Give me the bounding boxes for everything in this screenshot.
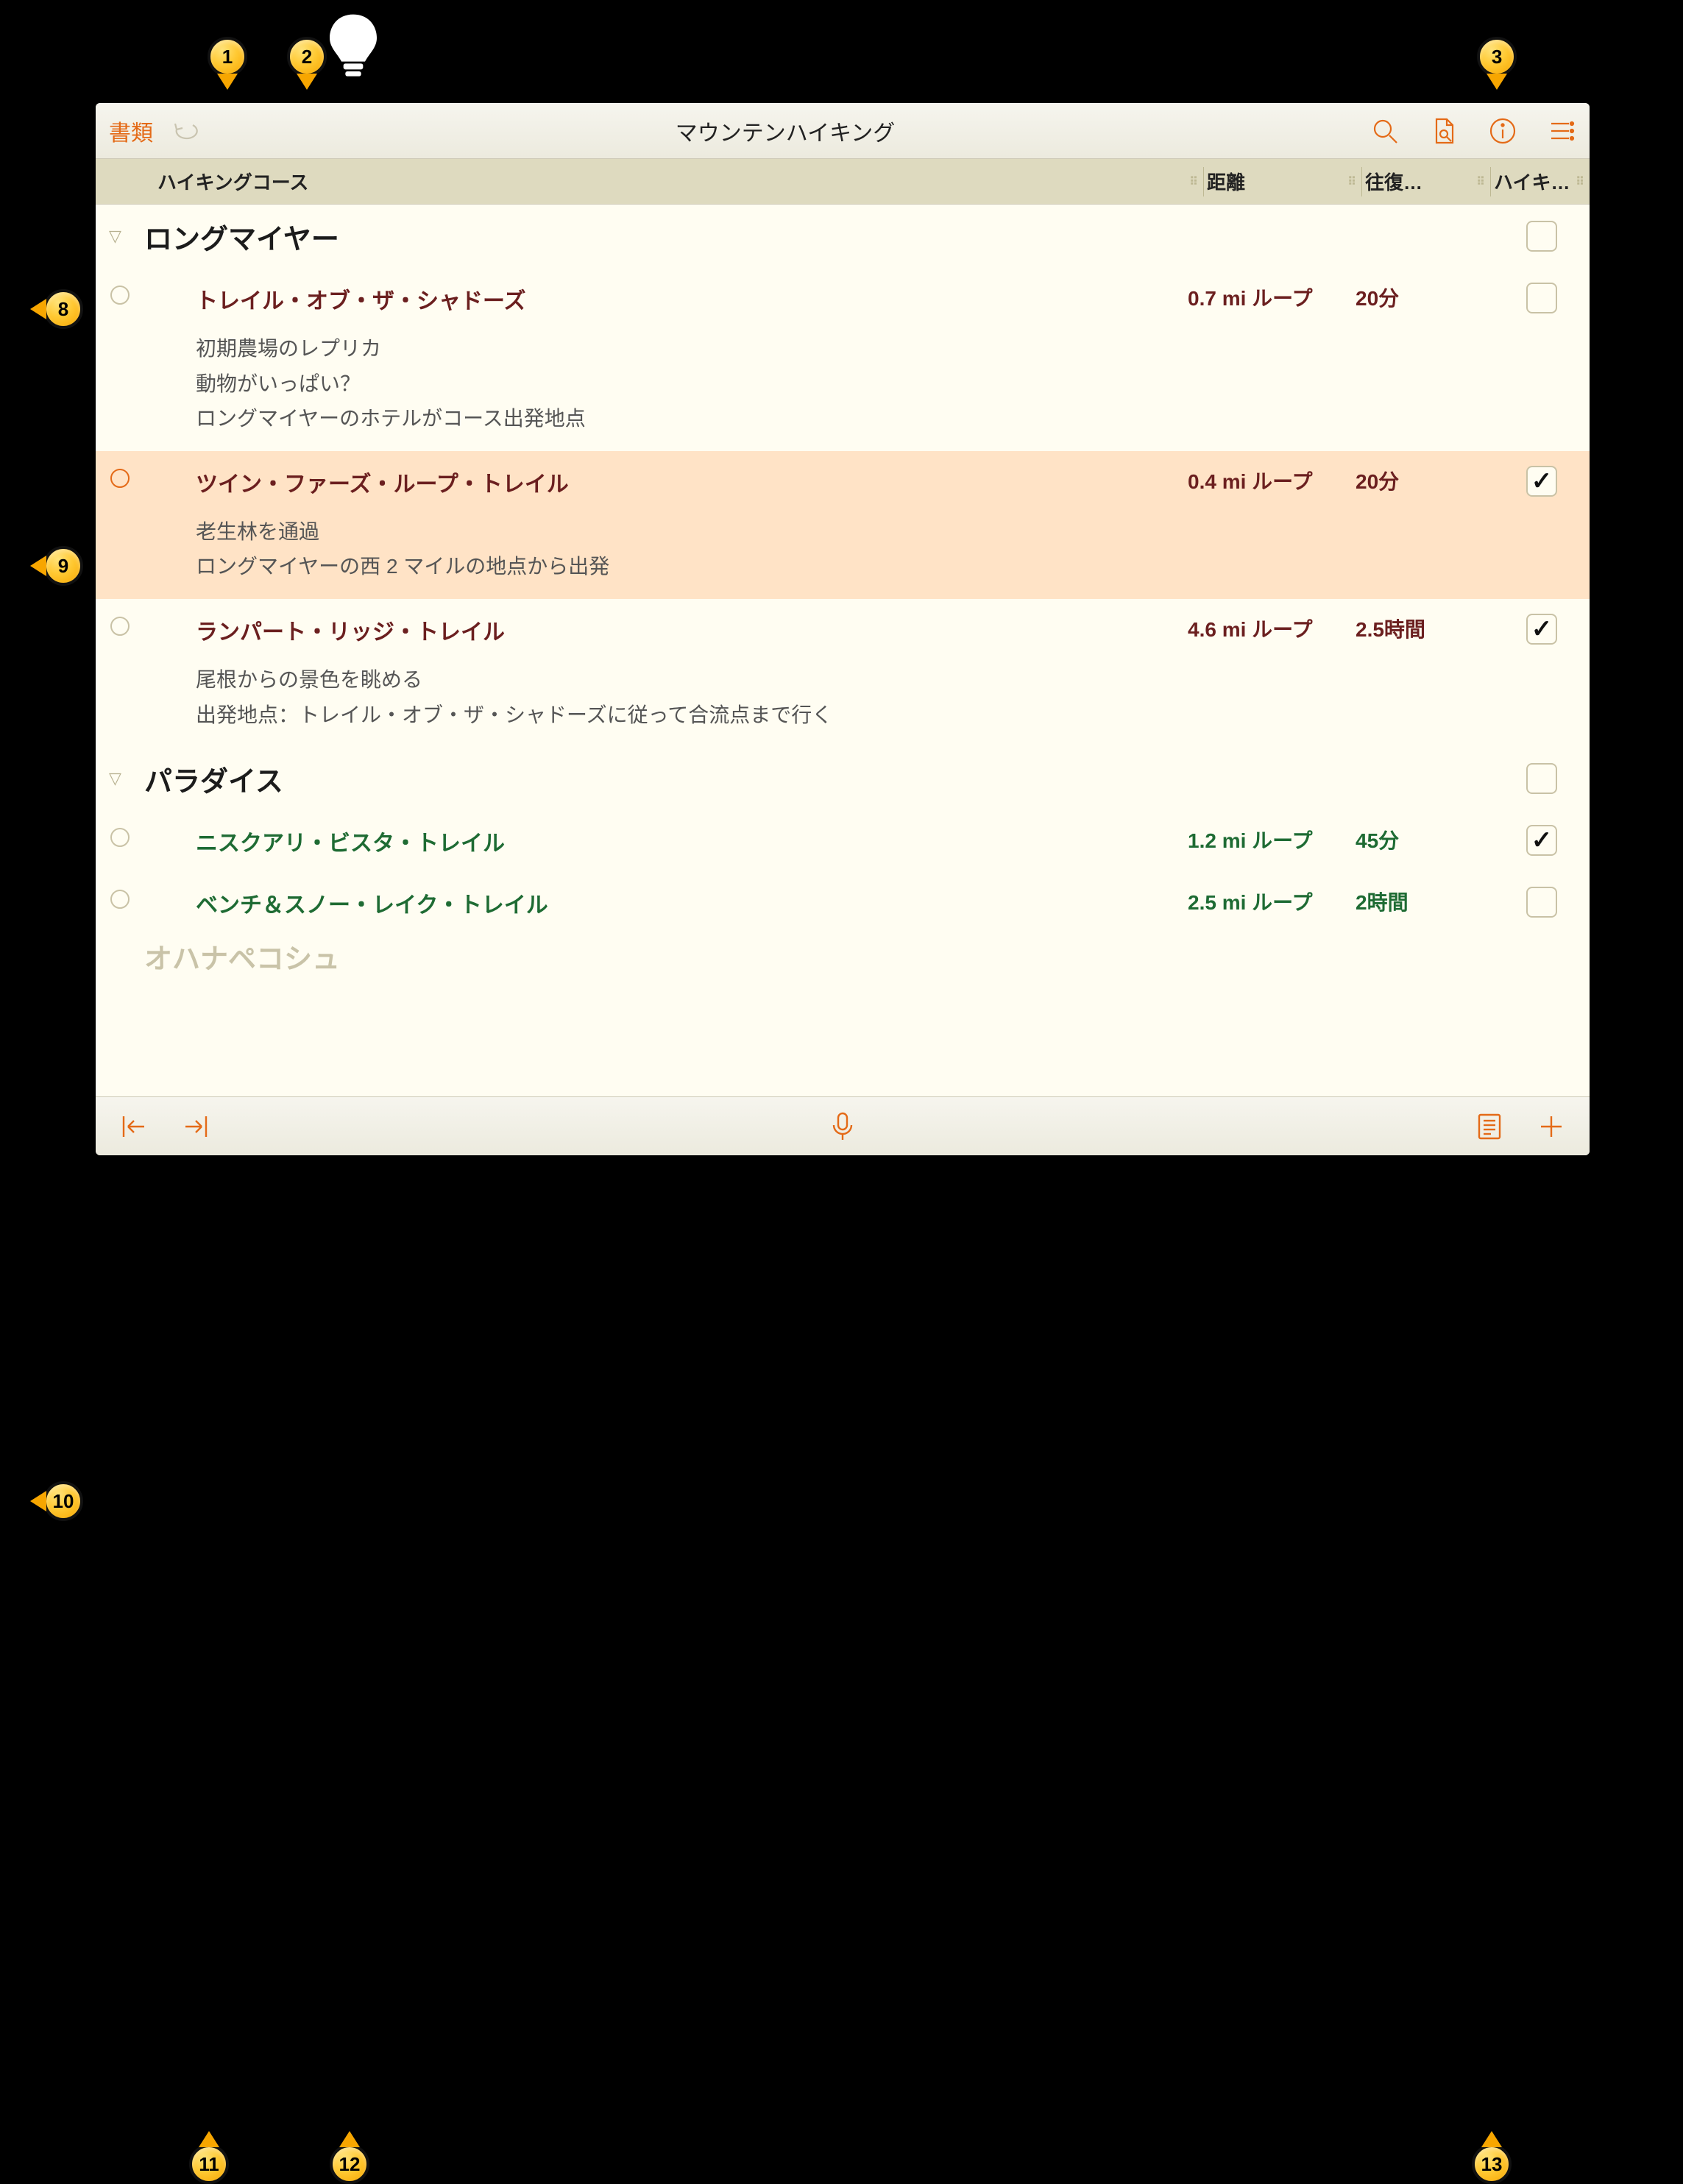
group-row[interactable]: ▽ パラダイス xyxy=(96,747,1590,810)
column-name-header[interactable]: ハイキングコース xyxy=(132,168,308,195)
item-row[interactable]: トレイル・オブ・ザ・シャドーズ 初期農場のレプリカ動物がいっぱい？ロングマイヤー… xyxy=(96,268,1590,451)
callout-pin: 1 xyxy=(207,37,248,93)
item-notes: 初期農場のレプリカ動物がいっぱい？ロングマイヤーのホテルがコース出発地点 xyxy=(196,331,1174,436)
item-row[interactable]: ベンチ＆スノー・レイク・トレイル 2.5 mi ループ 2時間 xyxy=(96,872,1590,934)
group-row[interactable]: ▽ ロングマイヤー xyxy=(96,205,1590,268)
item-checkbox[interactable] xyxy=(1526,283,1557,313)
callout-pin: 10 xyxy=(27,1481,83,1522)
lightbulb-icon xyxy=(324,7,383,88)
item-distance: 0.4 mi ループ xyxy=(1188,466,1342,495)
item-time: 45分 xyxy=(1356,825,1481,854)
status-circle[interactable] xyxy=(109,614,131,636)
bottom-toolbar xyxy=(96,1096,1590,1155)
group-title: ロングマイヤー xyxy=(144,216,1174,257)
disclosure-triangle-icon[interactable]: ▽ xyxy=(109,769,131,788)
item-title: ベンチ＆スノー・レイク・トレイル xyxy=(196,887,1174,919)
disclosure-triangle-icon[interactable]: ▽ xyxy=(109,227,131,246)
item-checkbox[interactable] xyxy=(1526,466,1557,497)
item-title: トレイル・オブ・ザ・シャドーズ xyxy=(196,283,1174,315)
group-row: オハナペコシュ xyxy=(96,934,1590,978)
item-title: ツイン・ファーズ・ループ・トレイル xyxy=(196,466,1174,498)
callout-number: 3 xyxy=(1477,37,1517,77)
dictation-icon[interactable] xyxy=(826,1110,859,1143)
add-row-button[interactable] xyxy=(1535,1110,1567,1143)
item-title: ニスクアリ・ビスタ・トレイル xyxy=(196,825,1174,857)
callout-pin: 3 xyxy=(1476,37,1517,93)
status-circle[interactable] xyxy=(109,283,131,305)
callout-number: 11 xyxy=(189,2144,229,2184)
item-distance: 4.6 mi ループ xyxy=(1188,614,1342,643)
item-title: ランパート・リッジ・トレイル xyxy=(196,614,1174,646)
callout-number: 13 xyxy=(1472,2144,1512,2184)
column-time-header[interactable]: 往復… xyxy=(1365,168,1422,195)
column-header: ハイキングコース ⠿ 距離⠿ 往復…⠿ ハイキ…⠿ xyxy=(96,159,1590,205)
documents-button[interactable]: 書類 xyxy=(109,115,153,147)
callout-pin: 12 xyxy=(329,2128,370,2184)
document-tools-icon[interactable] xyxy=(1429,116,1459,146)
status-circle[interactable] xyxy=(109,825,131,847)
group-title: パラダイス xyxy=(144,759,1174,799)
status-circle[interactable] xyxy=(109,466,131,488)
callout-number: 9 xyxy=(43,546,83,586)
item-checkbox[interactable] xyxy=(1526,887,1557,918)
item-distance: 0.7 mi ループ xyxy=(1188,283,1342,312)
column-distance-header[interactable]: 距離 xyxy=(1207,168,1245,195)
callout-pin: 9 xyxy=(27,545,83,586)
item-time: 2.5時間 xyxy=(1356,614,1481,643)
group-checkbox[interactable] xyxy=(1526,763,1557,794)
callout-pin: 8 xyxy=(27,288,83,330)
column-hiked-header[interactable]: ハイキ… xyxy=(1494,168,1570,195)
info-icon[interactable] xyxy=(1488,116,1517,146)
outdent-button[interactable] xyxy=(118,1110,150,1143)
item-time: 20分 xyxy=(1356,283,1481,312)
callout-number: 10 xyxy=(43,1481,83,1521)
callout-pin: 11 xyxy=(188,2128,230,2184)
status-circle[interactable] xyxy=(109,887,131,909)
callout-pin: 2 xyxy=(286,37,327,93)
item-time: 20分 xyxy=(1356,466,1481,495)
item-time: 2時間 xyxy=(1356,887,1481,916)
item-distance: 1.2 mi ループ xyxy=(1188,825,1342,854)
item-checkbox[interactable] xyxy=(1526,614,1557,645)
app-window: 書類 マウンテンハイキング ハイキングコース ⠿ xyxy=(96,103,1590,1155)
undo-button[interactable] xyxy=(171,116,200,146)
callout-pin: 13 xyxy=(1471,2128,1512,2184)
item-row[interactable]: ニスクアリ・ビスタ・トレイル 1.2 mi ループ 45分 xyxy=(96,810,1590,872)
item-distance: 2.5 mi ループ xyxy=(1188,887,1342,916)
item-checkbox[interactable] xyxy=(1526,825,1557,856)
view-options-icon[interactable] xyxy=(1547,116,1576,146)
item-row[interactable]: ツイン・ファーズ・ループ・トレイル 老生林を通過ロングマイヤーの西 2 マイルの… xyxy=(96,451,1590,599)
search-icon[interactable] xyxy=(1370,116,1400,146)
indent-button[interactable] xyxy=(180,1110,212,1143)
callout-number: 2 xyxy=(287,37,327,77)
document-title: マウンテンハイキング xyxy=(216,115,1354,147)
item-notes: 老生林を通過ロングマイヤーの西 2 マイルの地点から出発 xyxy=(196,514,1174,584)
item-row[interactable]: ランパート・リッジ・トレイル 尾根からの景色を眺める出発地点：トレイル・オブ・ザ… xyxy=(96,599,1590,747)
group-checkbox[interactable] xyxy=(1526,221,1557,252)
outline-rows[interactable]: ▽ ロングマイヤー トレイル・オブ・ザ・シャドーズ 初期農場のレプリカ動物がいっ… xyxy=(96,205,1590,1096)
top-toolbar: 書類 マウンテンハイキング xyxy=(96,103,1590,159)
item-notes: 尾根からの景色を眺める出発地点：トレイル・オブ・ザ・シャドーズに従って合流点まで… xyxy=(196,662,1174,732)
callout-number: 1 xyxy=(208,37,247,77)
callout-number: 8 xyxy=(43,289,83,329)
note-button[interactable] xyxy=(1473,1110,1506,1143)
callout-number: 12 xyxy=(330,2144,369,2184)
